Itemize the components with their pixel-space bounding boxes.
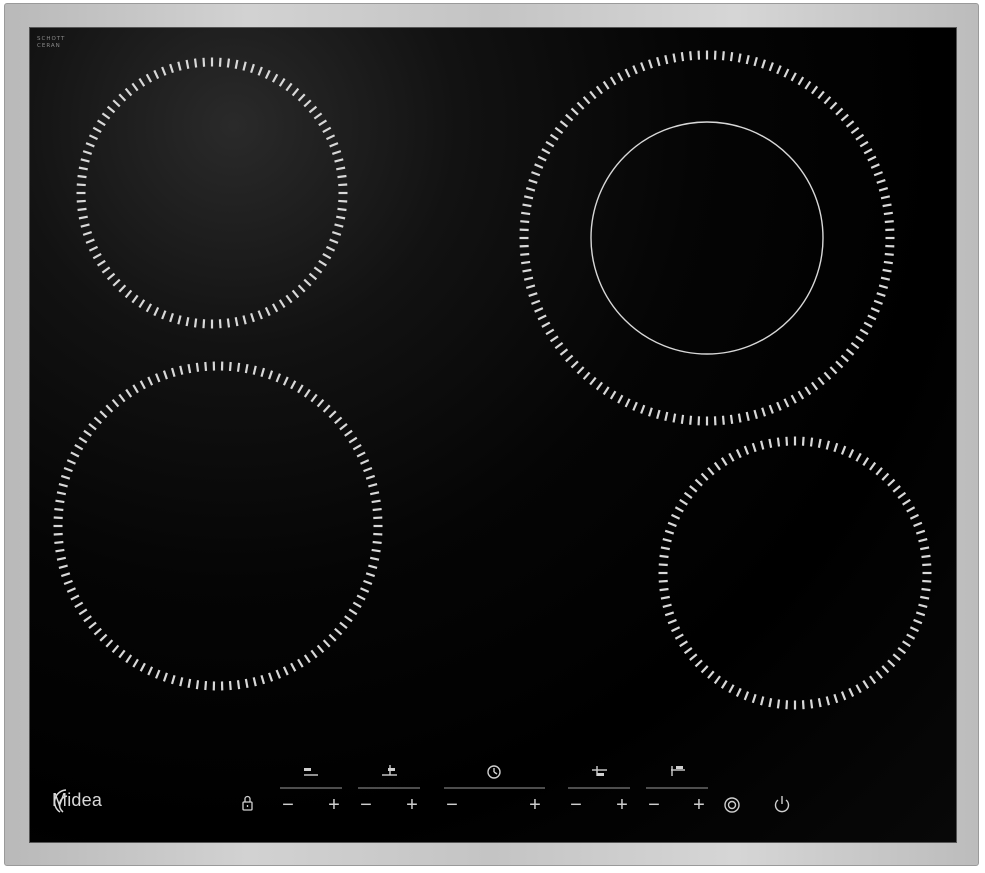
rear-right-plus-button[interactable]: + xyxy=(405,795,419,815)
dual-zone-icon[interactable] xyxy=(724,797,740,813)
power-icon[interactable] xyxy=(774,796,790,813)
zone-icon-rear-left[interactable] xyxy=(304,768,318,776)
zone-icon-front-right[interactable] xyxy=(671,766,685,776)
zone-icon-rear-right[interactable] xyxy=(382,765,397,776)
timer-plus-button[interactable]: + xyxy=(528,795,542,815)
timer-icon[interactable] xyxy=(487,765,501,779)
front-left-minus-button[interactable]: − xyxy=(569,795,583,815)
rear-left-minus-button[interactable]: − xyxy=(281,795,295,815)
rear-left-plus-button[interactable]: + xyxy=(327,795,341,815)
front-right-plus-button[interactable]: + xyxy=(692,795,706,815)
midea-logo-mark xyxy=(53,789,68,813)
front-left-plus-button[interactable]: + xyxy=(615,795,629,815)
zone-icon-front-left[interactable] xyxy=(592,766,607,776)
rear-right-minus-button[interactable]: − xyxy=(359,795,373,815)
front-right-minus-button[interactable]: − xyxy=(647,795,661,815)
timer-minus-button[interactable]: − xyxy=(445,795,459,815)
control-panel xyxy=(53,765,790,813)
lock-icon[interactable] xyxy=(242,795,253,811)
